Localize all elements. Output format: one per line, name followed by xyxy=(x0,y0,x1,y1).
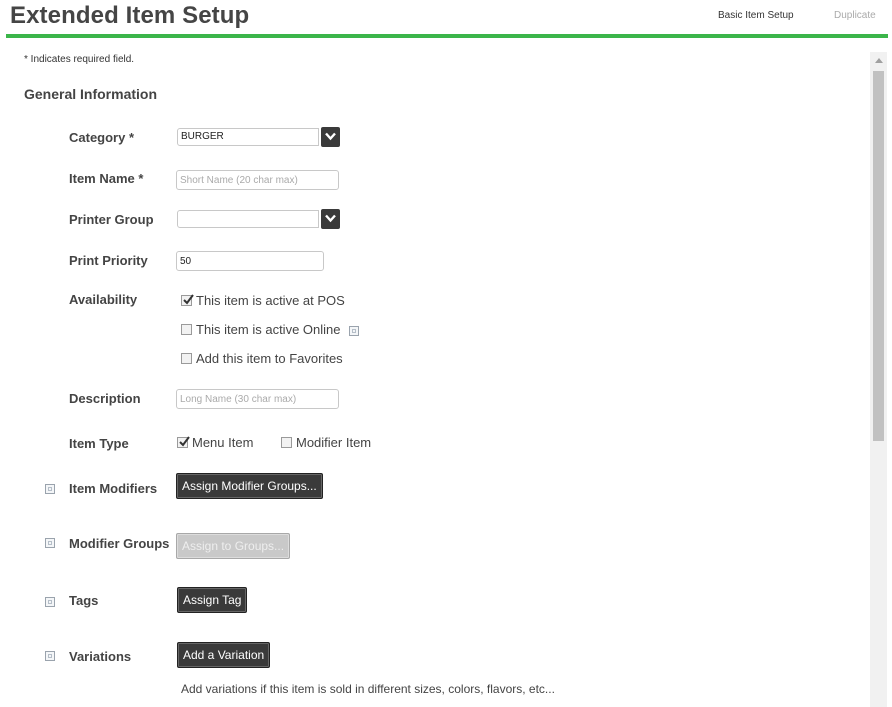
assign-to-groups-button[interactable]: Assign to Groups... xyxy=(176,533,291,559)
duplicate-link[interactable]: Duplicate xyxy=(834,10,876,21)
print-priority-label: Print Priority xyxy=(69,253,148,268)
required-note: * Indicates required field. xyxy=(24,54,135,65)
description-input[interactable] xyxy=(176,389,339,409)
checkbox-icon[interactable] xyxy=(181,324,192,335)
print-priority-input[interactable] xyxy=(176,251,324,271)
tags-label: Tags xyxy=(69,593,99,608)
basic-item-setup-link[interactable]: Basic Item Setup xyxy=(718,10,794,21)
variations-label: Variations xyxy=(69,649,132,664)
category-value[interactable]: BURGER xyxy=(177,128,319,146)
info-icon[interactable] xyxy=(45,597,55,607)
checkbox-checked-icon[interactable] xyxy=(177,436,190,448)
item-name-input[interactable] xyxy=(176,170,339,190)
modifier-groups-label: Modifier Groups xyxy=(69,536,170,551)
checkbox-icon[interactable] xyxy=(281,437,292,448)
info-icon[interactable] xyxy=(45,651,55,661)
form-panel: * Indicates required field. General Info… xyxy=(0,38,870,707)
item-type-label: Item Type xyxy=(69,436,129,451)
assign-tag-button[interactable]: Assign Tag xyxy=(177,587,248,613)
assign-modifier-groups-button[interactable]: Assign Modifier Groups... xyxy=(176,473,323,499)
favorites-label: Add this item to Favorites xyxy=(196,351,343,366)
add-variation-button[interactable]: Add a Variation xyxy=(177,642,271,668)
modifier-item-label: Modifier Item xyxy=(296,435,372,450)
menu-item-label: Menu Item xyxy=(192,435,254,450)
info-icon[interactable] xyxy=(45,538,55,548)
page-title: Extended Item Setup xyxy=(10,2,250,29)
printer-group-label: Printer Group xyxy=(69,212,154,227)
active-pos-label: This item is active at POS xyxy=(196,293,345,308)
printer-group-value[interactable] xyxy=(177,210,319,228)
variations-helper-text: Add variations if this item is sold in d… xyxy=(181,682,555,696)
item-name-label: Item Name * xyxy=(69,171,144,186)
section-heading: General Information xyxy=(24,86,158,102)
chevron-down-icon[interactable] xyxy=(321,127,340,147)
item-modifiers-label: Item Modifiers xyxy=(69,481,158,496)
availability-label: Availability xyxy=(69,292,138,307)
checkbox-checked-icon[interactable] xyxy=(181,294,194,306)
vertical-scrollbar[interactable] xyxy=(870,52,887,707)
info-icon[interactable] xyxy=(45,484,55,494)
scroll-up-arrow-icon[interactable] xyxy=(875,58,883,63)
chevron-down-icon[interactable] xyxy=(321,209,340,229)
info-icon[interactable] xyxy=(349,326,359,336)
checkbox-icon[interactable] xyxy=(181,353,192,364)
active-online-label: This item is active Online xyxy=(196,322,341,337)
page-header: Extended Item Setup Basic Item Setup Dup… xyxy=(0,0,892,38)
scroll-thumb[interactable] xyxy=(873,71,884,441)
category-select[interactable]: BURGER xyxy=(177,127,340,147)
description-label: Description xyxy=(69,391,141,406)
printer-group-select[interactable] xyxy=(177,209,340,229)
category-label: Category * xyxy=(69,130,135,145)
